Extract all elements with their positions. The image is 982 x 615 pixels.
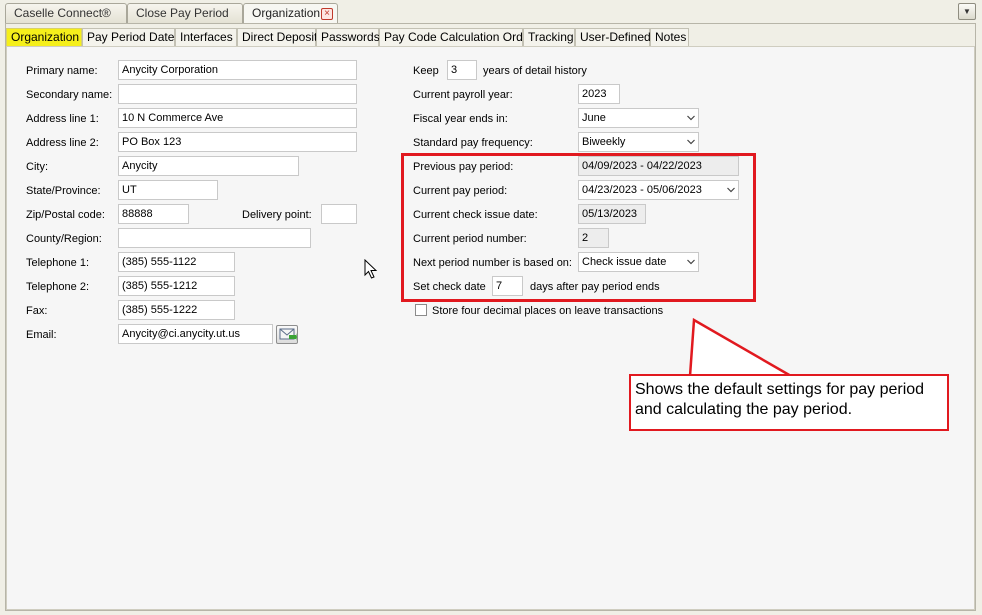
telephone-1-label: Telephone 1: (26, 257, 89, 269)
tab-organization[interactable]: Organization (6, 28, 82, 46)
delivery-point-field[interactable] (321, 204, 357, 224)
zip-label: Zip/Postal code: (26, 209, 105, 221)
doc-tab-label: Organization (252, 6, 321, 20)
address-line-1-field[interactable]: 10 N Commerce Ave (118, 108, 357, 128)
tab-interfaces[interactable]: Interfaces (175, 28, 237, 46)
fiscal-year-ends-value: June (582, 112, 606, 124)
pay-period-highlight-box (401, 153, 756, 302)
tab-label: Pay Period Dates (87, 30, 181, 44)
tab-label: Notes (655, 30, 687, 44)
address-line-1-label: Address line 1: (26, 113, 99, 125)
callout-note: Shows the default settings for pay perio… (629, 374, 949, 431)
standard-pay-frequency-select[interactable]: Biweekly (578, 132, 699, 152)
close-icon[interactable]: × (321, 8, 333, 20)
current-payroll-year-field[interactable]: 2023 (578, 84, 620, 104)
keep-label: Keep (413, 65, 439, 77)
telephone-2-field[interactable]: (385) 555-1212 (118, 276, 235, 296)
email-field[interactable]: Anycity@ci.anycity.ut.us (118, 324, 273, 344)
tab-direct-deposit[interactable]: Direct Deposit (237, 28, 318, 46)
doc-tab-caselle-connect[interactable]: Caselle Connect® (5, 3, 127, 23)
four-decimal-places-label: Store four decimal places on leave trans… (432, 305, 664, 317)
send-email-button[interactable] (276, 325, 298, 344)
tab-list-dropdown-button[interactable]: ▼ (958, 3, 976, 20)
chevron-down-icon (687, 115, 695, 122)
mouse-cursor-icon (364, 259, 378, 279)
city-field[interactable]: Anycity (118, 156, 299, 176)
standard-pay-frequency-value: Biweekly (582, 136, 626, 148)
doc-tab-organization[interactable]: Organization × (243, 3, 338, 24)
four-decimal-places-checkbox[interactable] (415, 304, 427, 316)
city-label: City: (26, 161, 48, 173)
delivery-point-label: Delivery point: (242, 209, 312, 221)
secondary-name-field[interactable] (118, 84, 357, 104)
callout-text: Shows the default settings for pay perio… (635, 381, 925, 418)
fax-label: Fax: (26, 305, 48, 317)
tab-pay-period-dates[interactable]: Pay Period Dates (82, 28, 180, 46)
keep-years-field[interactable]: 3 (447, 60, 477, 80)
primary-name-label: Primary name: (26, 65, 98, 77)
tab-label: User-Defined (580, 30, 651, 44)
tab-label: Tracking (528, 30, 574, 44)
zip-field[interactable]: 88888 (118, 204, 189, 224)
fiscal-year-ends-select[interactable]: June (578, 108, 699, 128)
chevron-down-icon: ▼ (963, 7, 971, 16)
tab-label: Passwords (321, 30, 380, 44)
secondary-name-label: Secondary name: (26, 89, 113, 101)
state-label: State/Province: (26, 185, 101, 197)
doc-tab-label: Caselle Connect® (14, 6, 111, 20)
telephone-1-field[interactable]: (385) 555-1122 (118, 252, 235, 272)
tab-user-defined[interactable]: User-Defined (575, 28, 651, 46)
keep-suffix-label: years of detail history (483, 65, 587, 77)
standard-pay-frequency-label: Standard pay frequency: (413, 137, 533, 149)
address-line-2-field[interactable]: PO Box 123 (118, 132, 357, 152)
state-field[interactable]: UT (118, 180, 218, 200)
tab-label: Direct Deposit (242, 30, 318, 44)
callout-pointer (688, 318, 792, 378)
tab-passwords[interactable]: Passwords (316, 28, 380, 46)
county-field[interactable] (118, 228, 311, 248)
tab-label: Interfaces (180, 30, 233, 44)
email-send-icon (279, 328, 297, 345)
telephone-2-label: Telephone 2: (26, 281, 89, 293)
primary-name-field[interactable]: Anycity Corporation (118, 60, 357, 80)
county-label: County/Region: (26, 233, 102, 245)
email-label: Email: (26, 329, 57, 341)
chevron-down-icon (687, 139, 695, 146)
tab-label: Pay Code Calculation Order (384, 30, 534, 44)
doc-tab-close-pay-period[interactable]: Close Pay Period (127, 3, 243, 23)
tab-pay-code-calculation-order[interactable]: Pay Code Calculation Order (379, 28, 533, 46)
fiscal-year-ends-label: Fiscal year ends in: (413, 113, 508, 125)
tab-notes[interactable]: Notes (650, 28, 689, 46)
tab-label: Organization (11, 30, 80, 44)
address-line-2-label: Address line 2: (26, 137, 99, 149)
tab-tracking[interactable]: Tracking (523, 28, 575, 46)
doc-tab-label: Close Pay Period (136, 6, 229, 20)
current-payroll-year-label: Current payroll year: (413, 89, 513, 101)
fax-field[interactable]: (385) 555-1222 (118, 300, 235, 320)
